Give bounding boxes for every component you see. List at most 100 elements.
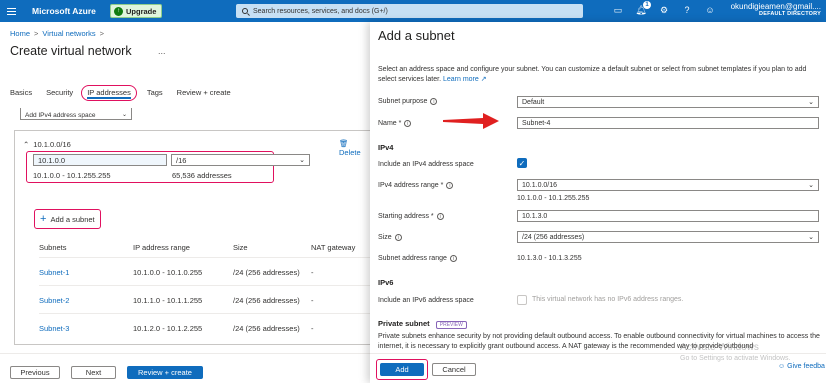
add-ipv4-space-dropdown[interactable]: Add IPv4 address space ⌄ — [20, 108, 132, 120]
arrow-shape — [443, 113, 499, 129]
delete-label: Delete — [339, 148, 361, 157]
subnet-range: 10.1.1.0 - 10.1.1.255 — [133, 296, 203, 305]
subnet-name-link[interactable]: Subnet-1 — [39, 268, 69, 277]
ipv4-section-heading: IPv4 — [378, 143, 394, 152]
include-ipv6-checkbox[interactable] — [517, 295, 527, 305]
upgrade-label: Upgrade — [126, 6, 157, 16]
learn-more-link[interactable]: Learn more ↗ — [443, 76, 487, 83]
external-link-icon: ↗ — [480, 76, 487, 83]
more-options-icon[interactable]: ... — [158, 46, 166, 56]
delete-address-space-button[interactable]: 🗑︎ Delete — [339, 139, 370, 157]
info-icon[interactable]: i — [436, 213, 444, 220]
info-icon[interactable]: i — [394, 234, 402, 241]
ipv4-range-label-text: IPv4 address range * — [378, 182, 444, 189]
next-button[interactable]: Next — [71, 366, 116, 379]
notifications-icon[interactable]: 🔔︎ 1 — [635, 1, 651, 16]
hamburger-menu-icon[interactable] — [0, 0, 22, 22]
include-ipv6-label: Include an IPv6 address space — [378, 297, 474, 304]
account-name: okundigieamen@gmail.... — [730, 2, 821, 11]
learn-more-label: Learn more — [442, 76, 479, 83]
size-label: Size i — [378, 234, 402, 241]
size-value: /24 (256 addresses) — [522, 233, 585, 241]
previous-button[interactable]: Previous — [10, 366, 60, 379]
upgrade-icon: ↑ — [114, 6, 123, 16]
private-subnet-title: Private subnet — [378, 319, 430, 328]
upgrade-button[interactable]: ↑ Upgrade — [110, 4, 163, 18]
table-row: Subnet-3 10.1.2.0 - 10.1.2.255 /24 (256 … — [39, 313, 374, 341]
info-icon[interactable]: i — [404, 120, 412, 127]
subnet-name-link[interactable]: Subnet-2 — [39, 296, 69, 305]
tab-basics[interactable]: Basics — [10, 88, 32, 101]
add-subnet-label: Add a subnet — [50, 214, 95, 224]
subnet-range-value: 10.1.3.0 - 10.1.3.255 — [517, 255, 582, 262]
search-input[interactable]: Search resources, services, and docs (G+… — [236, 4, 583, 18]
address-space-ip-input[interactable]: 10.1.0.0 — [33, 154, 167, 166]
ipv4-range-value: 10.1.0.0/16 — [522, 181, 558, 189]
private-subnet-heading: Private subnet PREVIEW — [378, 319, 467, 329]
include-ipv4-checkbox[interactable]: ✓ — [517, 158, 527, 168]
chevron-down-icon: ⌄ — [299, 157, 305, 164]
address-space-prefix-select[interactable]: /16 ⌄ — [171, 154, 310, 166]
tab-bar: Basics Security IP addresses Tags Review… — [10, 85, 245, 101]
info-icon[interactable]: i — [446, 182, 454, 189]
breadcrumb-separator: > — [99, 29, 105, 38]
subnet-purpose-select[interactable]: Default ⌄ — [517, 96, 819, 108]
info-icon[interactable]: i — [430, 98, 438, 105]
subnet-name-input[interactable]: Subnet-4 — [517, 117, 819, 129]
subnet-name-link[interactable]: Subnet-3 — [39, 324, 69, 333]
subnet-range: 10.1.0.0 - 10.1.0.255 — [133, 268, 203, 277]
chevron-down-icon: ⌄ — [121, 112, 127, 118]
column-header-nat-gateway: NAT gateway — [311, 243, 356, 252]
starting-address-value: 10.1.3.0 — [522, 212, 548, 220]
panel-intro: Select an address space and configure yo… — [378, 65, 824, 85]
trash-icon: 🗑︎ — [339, 139, 349, 148]
breadcrumb-home[interactable]: Home — [10, 29, 30, 38]
add-subnet-panel: Add a subnet Select an address space and… — [370, 22, 826, 383]
address-space-header[interactable]: ⌃ 10.1.0.0/16 — [23, 140, 71, 149]
panel-title: Add a subnet — [378, 28, 455, 43]
address-space-range: 10.1.0.0 - 10.1.255.255 — [33, 171, 111, 180]
settings-gear-icon[interactable]: ⚙ — [658, 4, 670, 16]
ipv4-range-label: IPv4 address range * i — [378, 182, 454, 189]
starting-address-label-text: Starting address * — [378, 213, 434, 220]
watermark-title: Activate Windows — [680, 342, 759, 353]
size-label-text: Size — [378, 234, 392, 241]
cancel-button[interactable]: Cancel — [432, 363, 476, 376]
subnet-size: /24 (256 addresses) — [233, 268, 300, 277]
notification-badge: 1 — [643, 1, 651, 9]
feedback-icon[interactable]: ☺ — [704, 4, 716, 16]
starting-address-input[interactable]: 10.1.3.0 — [517, 210, 819, 222]
give-feedback-link[interactable]: ☺ Give feedba — [778, 363, 825, 370]
table-row: Subnet-1 10.1.0.0 - 10.1.0.255 /24 (256 … — [39, 257, 374, 285]
page-title: Create virtual network — [10, 44, 132, 58]
cloud-shell-icon[interactable]: ▭ — [612, 4, 624, 16]
breadcrumb: Home > Virtual networks > — [10, 29, 104, 38]
brand-title[interactable]: Microsoft Azure — [32, 6, 96, 16]
info-icon[interactable]: i — [449, 255, 457, 262]
add-subnet-button[interactable]: + Add a subnet — [34, 209, 101, 229]
breadcrumb-virtual-networks[interactable]: Virtual networks — [42, 29, 95, 38]
review-create-button[interactable]: Review + create — [127, 366, 203, 379]
name-label: Name * i — [378, 120, 412, 127]
subnet-purpose-value: Default — [522, 98, 545, 106]
ipv4-range-hint: 10.1.0.0 - 10.1.255.255 — [517, 195, 590, 202]
chevron-down-icon: ⌄ — [808, 234, 814, 241]
tab-security[interactable]: Security — [46, 88, 73, 101]
ipv4-range-select[interactable]: 10.1.0.0/16 ⌄ — [517, 179, 819, 191]
activate-windows-watermark: Activate Windows Go to Settings to activ… — [680, 342, 791, 364]
address-space-count: 65,536 addresses — [172, 171, 232, 180]
help-icon[interactable]: ? — [681, 4, 693, 16]
include-ipv4-label-text: Include an IPv4 address space — [378, 161, 474, 168]
chevron-up-icon: ⌃ — [23, 140, 30, 149]
tab-tags[interactable]: Tags — [147, 88, 163, 101]
add-button[interactable]: Add — [380, 363, 424, 376]
wizard-footer: Previous Next Review + create — [0, 353, 370, 383]
tab-review-create[interactable]: Review + create — [177, 88, 231, 101]
column-header-subnets: Subnets — [39, 243, 67, 252]
chevron-down-icon: ⌄ — [808, 182, 814, 189]
subnet-range-label-text: Subnet address range — [378, 255, 447, 262]
include-ipv6-label-text: Include an IPv6 address space — [378, 297, 474, 304]
tab-ip-addresses[interactable]: IP addresses — [81, 85, 137, 101]
size-select[interactable]: /24 (256 addresses) ⌄ — [517, 231, 819, 243]
account-menu[interactable]: okundigieamen@gmail.... DEFAULT DIRECTOR… — [731, 2, 821, 17]
